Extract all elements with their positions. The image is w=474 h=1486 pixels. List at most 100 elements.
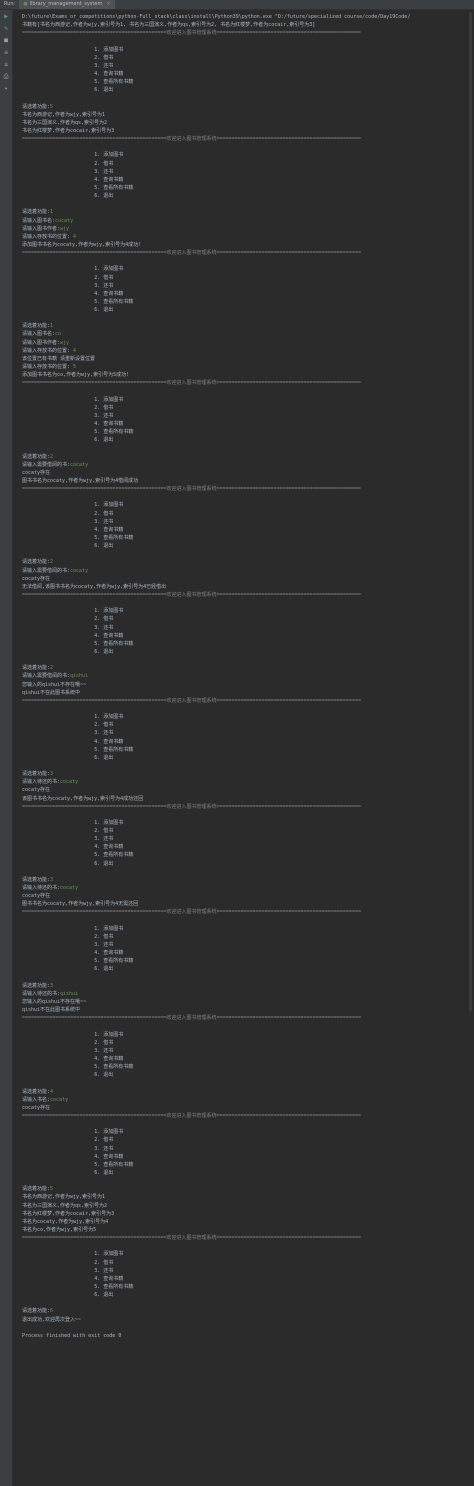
user-input: cocaty [70,567,89,574]
console-line: ========================================… [22,380,361,387]
user-input: cocaty [60,885,79,892]
user-input: wjy [60,225,70,232]
console-line: ========================================… [22,1112,361,1119]
console-line: 请输入图书作者:wjy [22,225,474,233]
console-line: 请输入图书名:co [22,330,474,338]
prompt-text: 请输入需要借阅的书: [22,673,71,680]
close-icon[interactable]: × [106,0,110,8]
console-line: D:\future\Exams_or_competitions\python-F… [22,14,411,20]
console-line: 请输入存放书的位置: 4 [22,233,474,241]
user-input: 2 [50,453,54,460]
console-line: 2. 借书 [22,160,114,167]
prompt-text: 请选着功能: [22,1308,51,1315]
console-line: ========================================… [22,1235,361,1242]
console-line: 1. 添加图书 [22,152,124,159]
console-line: 6. 退出 [22,1292,114,1299]
console-line: 请选着功能:2 [22,453,474,461]
print-icon[interactable]: ⎙ [2,74,10,80]
user-input: 2 [50,559,54,566]
console-line: 请输入需要借阅的书:cocaty [22,461,474,469]
console-line: 3. 还书 [22,836,114,843]
console-line: 1. 添加图书 [22,46,124,53]
console-line: qishui不在此图书系统中 [22,689,81,696]
console-line: 5. 查看所有书籍 [22,184,134,191]
console-line: Process finished with exit code 0 [22,1332,122,1339]
prompt-text: 请选着功能: [22,559,51,566]
wrench-icon[interactable]: ✎ [2,26,10,32]
tab-library-management-system[interactable]: ● library_management_system × [19,0,115,9]
console-line: 4. 查询书籍 [22,1275,124,1282]
console-line: 2. 借书 [22,722,114,729]
prompt-text: 请选着功能: [22,876,51,883]
user-input: 1 [50,323,54,330]
console-line: 3. 还书 [22,1047,114,1054]
console-line: 请输入图书作者:wjy [22,339,474,347]
console-line: 请选着功能:5 [22,1185,474,1193]
console-line: 添加图书书名为co,作者为wjy,索引号为5成功! [22,372,130,379]
console-line: ========================================… [22,803,361,810]
console-line: 4. 查询书籍 [22,526,124,533]
console-line: 请选着功能:2 [22,558,474,566]
console-line: 4. 查询书籍 [22,1153,124,1160]
console-line: 5. 查看所有书籍 [22,640,134,647]
console-line: 2. 借书 [22,933,114,940]
stop-icon[interactable]: ■ [2,38,10,44]
prompt-text: 请输入图书作者: [22,339,61,346]
prompt-text: 请选着功能: [22,1186,51,1193]
console-line: 1. 添加图书 [22,714,124,721]
console-line: 1. 添加图书 [22,1251,124,1258]
console-line: 请选着功能:3 [22,770,474,778]
soft-wrap-icon[interactable]: ≡ [2,50,10,56]
console-line: 请输入图书名:cocaty [22,217,474,225]
run-sidebar: ▶ ✎ ■ ≡ ⇊ ⎙ ✦ [0,10,13,1486]
prompt-text: 请输入待还的书: [22,990,61,997]
prompt-text: 请选着功能: [22,665,51,672]
prompt-text: 请选着功能: [22,1088,51,1095]
console-line: 2. 借书 [22,1039,114,1046]
console-line: 4. 查询书籍 [22,176,124,183]
console-line: 书名为西游记,作者为wjy,索引号为1 [22,111,106,118]
console-line: 6. 退出 [22,437,114,444]
console-line: 书名为红楼梦,作者为cocair,索引号为3 [22,1210,115,1217]
prompt-text: 请输入图书名: [22,331,56,338]
console-line: 书名为三国演义,作者为qs,索引号为2 [22,1202,108,1209]
console-line: 书名为co,作者为wjy,索引号为5 [22,1226,97,1233]
console-line: 3. 还书 [22,1267,114,1274]
tab-label: library_management_system [29,1,103,8]
console-line: 该图书书名为cocaty,作者为wjy,索引号为4成功还回 [22,795,144,802]
prompt-text: 请输入需要借阅的书: [22,461,71,468]
console-line: qishui不在此图书系统中 [22,1007,81,1014]
prompt-text: 请选着功能: [22,453,51,460]
console-line: 5. 查看所有书籍 [22,79,134,86]
prompt-text: 请选着功能: [22,323,51,330]
console-line: cocaty存在 [22,787,51,794]
console-line: 3. 还书 [22,1145,114,1152]
console-line: 1. 添加图书 [22,1129,124,1136]
pin-icon[interactable]: ✦ [2,86,10,92]
console-line: 3. 还书 [22,412,114,419]
console-line: 4. 查询书籍 [22,421,124,428]
console-line: cocaty存在 [22,469,51,476]
run-label: Run: [4,1,16,8]
run-icon[interactable]: ▶ [2,14,10,20]
console-line: 书名为红楼梦,作者为cocair,索引号为3 [22,127,115,134]
console-line: 请选着功能:3 [22,876,474,884]
scroll-end-icon[interactable]: ⇊ [2,62,10,68]
console-line: 5. 查看所有书籍 [22,958,134,965]
console-line: 请输入待还的书:cocaty [22,778,474,786]
console-line: ========================================… [22,486,361,493]
scrollbar[interactable] [469,12,472,1012]
console-line: 6. 退出 [22,307,114,314]
console-output[interactable]: D:\future\Exams_or_competitions\python-F… [22,10,474,1485]
